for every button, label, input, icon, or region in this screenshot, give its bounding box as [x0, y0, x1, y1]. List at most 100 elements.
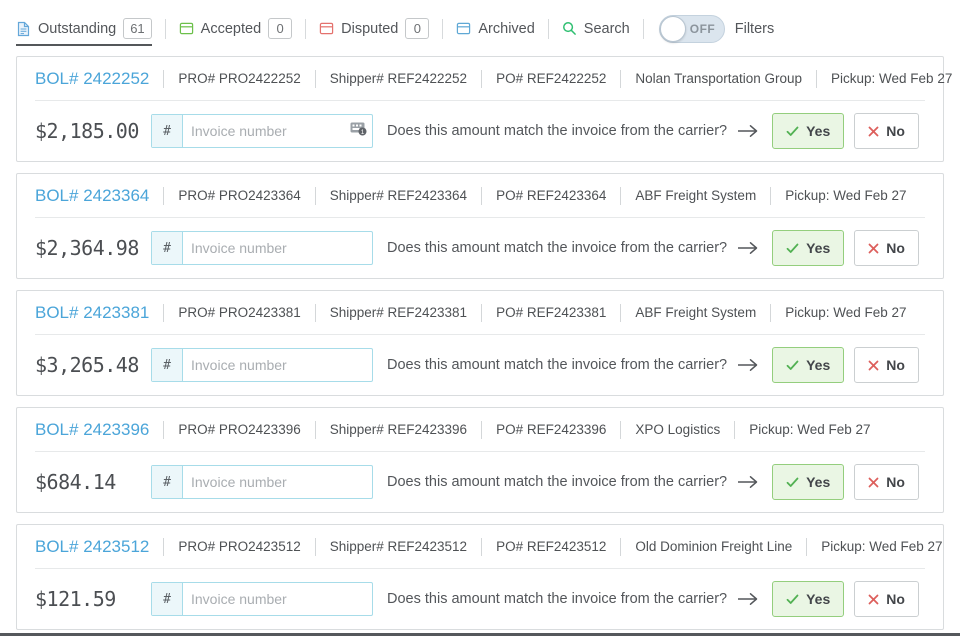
- check-icon: [786, 360, 799, 371]
- archive-box-icon: [456, 21, 471, 36]
- shipment-card-list: BOL# 2422252 PRO# PRO2422252 Shipper# RE…: [16, 56, 952, 630]
- pickup-date: Pickup: Wed Feb 27: [785, 188, 907, 203]
- no-button[interactable]: No: [854, 113, 919, 149]
- tab-archived[interactable]: Archived: [456, 14, 535, 44]
- check-icon: [786, 243, 799, 254]
- pro-number: PRO# PRO2422252: [178, 71, 301, 86]
- autofill-keyboard-icon[interactable]: 1: [350, 122, 367, 141]
- pro-number: PRO# PRO2423381: [178, 305, 301, 320]
- invoice-amount: $3,265.48: [35, 353, 139, 377]
- invoice-number-group: #: [151, 582, 373, 616]
- meta-divider: [620, 186, 622, 205]
- meta-divider: [770, 303, 772, 322]
- toggle-state-label: OFF: [689, 21, 716, 36]
- invoice-number-input[interactable]: [183, 115, 350, 147]
- hash-prefix: #: [152, 349, 183, 381]
- shipment-meta-row: BOL# 2422252 PRO# PRO2422252 Shipper# RE…: [17, 57, 952, 100]
- bol-link[interactable]: BOL# 2423381: [35, 303, 149, 323]
- tab-search[interactable]: Search: [562, 14, 630, 44]
- meta-divider: [163, 420, 165, 439]
- meta-divider: [314, 420, 316, 439]
- yes-button[interactable]: Yes: [772, 347, 845, 383]
- tab-divider: [442, 18, 444, 39]
- invoice-amount: $2,364.98: [35, 236, 139, 260]
- document-icon: [16, 21, 31, 37]
- shipper-ref: Shipper# REF2423364: [329, 188, 468, 203]
- meta-divider: [806, 537, 808, 556]
- no-button-label: No: [886, 474, 905, 490]
- pro-number: PRO# PRO2423364: [178, 188, 301, 203]
- yes-button[interactable]: Yes: [772, 464, 845, 500]
- shipment-card: BOL# 2423381 PRO# PRO2423381 Shipper# RE…: [16, 290, 944, 396]
- no-button[interactable]: No: [854, 581, 919, 617]
- tab-bar: Outstanding 61 Accepted 0 Disputed 0 Arc…: [0, 0, 960, 46]
- meta-divider: [314, 69, 316, 88]
- yes-button[interactable]: Yes: [772, 113, 845, 149]
- bol-link[interactable]: BOL# 2423512: [35, 537, 149, 557]
- tab-outstanding-count-badge: 61: [123, 18, 152, 39]
- shipment-meta-row: BOL# 2423512 PRO# PRO2423512 Shipper# RE…: [17, 525, 943, 568]
- shipment-card: BOL# 2422252 PRO# PRO2422252 Shipper# RE…: [16, 56, 952, 162]
- invoice-number-input[interactable]: [183, 232, 372, 264]
- hash-prefix: #: [152, 115, 183, 147]
- shipper-ref: Shipper# REF2423381: [329, 305, 468, 320]
- no-button-label: No: [886, 240, 905, 256]
- no-button-label: No: [886, 591, 905, 607]
- no-button[interactable]: No: [854, 347, 919, 383]
- hash-prefix: #: [152, 466, 183, 498]
- tab-divider: [305, 18, 307, 39]
- meta-divider: [481, 420, 483, 439]
- invoice-number-group: #: [151, 231, 373, 265]
- tab-disputed[interactable]: Disputed 0: [319, 14, 430, 44]
- check-icon: [786, 126, 799, 137]
- po-ref: PO# REF2423512: [496, 539, 607, 554]
- carrier-name: ABF Freight System: [635, 305, 757, 320]
- yes-button-label: Yes: [806, 591, 831, 607]
- shipper-ref: Shipper# REF2423396: [329, 422, 468, 437]
- yes-button-label: Yes: [806, 357, 831, 373]
- bol-link[interactable]: BOL# 2423364: [35, 186, 149, 206]
- toggle-knob[interactable]: [659, 15, 686, 42]
- tab-outstanding[interactable]: Outstanding 61: [16, 14, 152, 46]
- carrier-name: ABF Freight System: [635, 188, 757, 203]
- no-button[interactable]: No: [854, 230, 919, 266]
- invoice-amount: $2,185.00: [35, 119, 139, 143]
- shipment-meta-row: BOL# 2423396 PRO# PRO2423396 Shipper# RE…: [17, 408, 943, 451]
- yes-button-label: Yes: [806, 240, 831, 256]
- filters-toggle[interactable]: OFF: [658, 14, 725, 43]
- x-icon: [868, 243, 879, 254]
- yes-button[interactable]: Yes: [772, 230, 845, 266]
- tab-accepted-label: Accepted: [200, 20, 262, 37]
- tab-accepted-count-badge: 0: [268, 18, 293, 39]
- invoice-number-input[interactable]: [183, 583, 372, 615]
- invoice-amount: $121.59: [35, 587, 116, 611]
- pro-number: PRO# PRO2423512: [178, 539, 301, 554]
- tab-accepted[interactable]: Accepted 0: [179, 14, 293, 44]
- filters-label: Filters: [734, 20, 775, 37]
- meta-divider: [620, 69, 622, 88]
- search-icon: [562, 21, 577, 36]
- pickup-date: Pickup: Wed Feb 27: [785, 305, 907, 320]
- no-button-label: No: [886, 123, 905, 139]
- pro-number: PRO# PRO2423396: [178, 422, 301, 437]
- shipper-ref: Shipper# REF2423512: [329, 539, 468, 554]
- carrier-name: Old Dominion Freight Line: [635, 539, 793, 554]
- meta-divider: [770, 186, 772, 205]
- tab-disputed-count-badge: 0: [405, 18, 430, 39]
- x-icon: [868, 594, 879, 605]
- invoice-number-input[interactable]: [183, 466, 372, 498]
- shipment-meta-row: BOL# 2423364 PRO# PRO2423364 Shipper# RE…: [17, 174, 943, 217]
- carrier-name: XPO Logistics: [635, 422, 721, 437]
- shipment-card: BOL# 2423396 PRO# PRO2423396 Shipper# RE…: [16, 407, 944, 513]
- invoice-number-input[interactable]: [183, 349, 372, 381]
- invoice-number-group: #: [151, 465, 373, 499]
- right-arrow-icon: [737, 124, 759, 138]
- no-button[interactable]: No: [854, 464, 919, 500]
- bol-link[interactable]: BOL# 2422252: [35, 69, 149, 89]
- shipment-card: BOL# 2423512 PRO# PRO2423512 Shipper# RE…: [16, 524, 944, 630]
- invoice-amount: $684.14: [35, 470, 116, 494]
- tab-archived-label: Archived: [478, 20, 535, 37]
- bol-link[interactable]: BOL# 2423396: [35, 420, 149, 440]
- po-ref: PO# REF2423396: [496, 422, 607, 437]
- yes-button[interactable]: Yes: [772, 581, 845, 617]
